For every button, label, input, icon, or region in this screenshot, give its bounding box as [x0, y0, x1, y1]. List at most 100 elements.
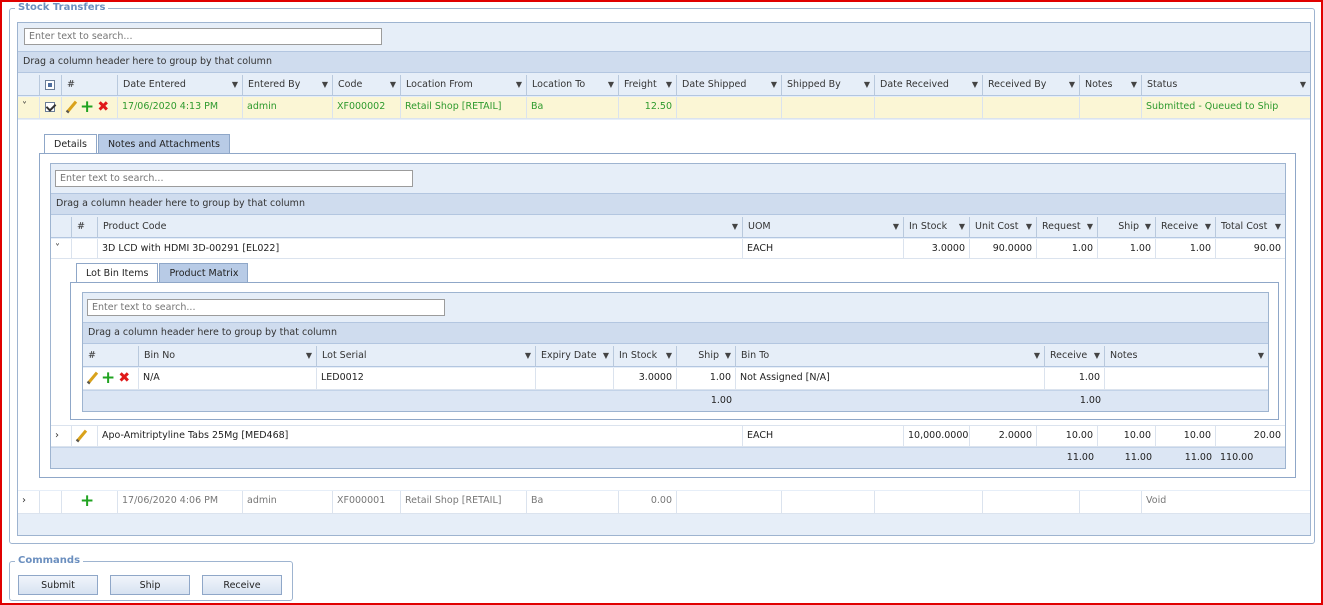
row-collapse[interactable]: ˅	[18, 97, 40, 118]
col-date-received[interactable]: Date Received ▼	[875, 75, 983, 95]
cell-received-by	[983, 97, 1080, 118]
col-shipped-by[interactable]: Shipped By ▼	[782, 75, 875, 95]
col-lot-serial[interactable]: Lot Serial ▼	[317, 346, 536, 366]
plus-icon[interactable]: +	[101, 369, 115, 386]
tab-lot-bin-items[interactable]: Lot Bin Items	[76, 263, 159, 283]
plus-icon[interactable]: +	[80, 98, 94, 115]
filter-icon[interactable]: ▼	[1300, 75, 1306, 95]
lot-row[interactable]: + ✖ N/A LED0012 3.0000 1.00 Not Assigned…	[83, 368, 1268, 390]
row-select[interactable]	[40, 491, 62, 513]
select-all-checkbox[interactable]	[45, 79, 55, 90]
filter-icon[interactable]: ▼	[306, 346, 312, 366]
col-date-entered[interactable]: Date Entered ▼	[118, 75, 243, 95]
filter-icon[interactable]: ▼	[1205, 217, 1211, 237]
col-date-shipped[interactable]: Date Shipped ▼	[677, 75, 782, 95]
tab-details[interactable]: Details	[44, 134, 97, 154]
cross-icon[interactable]: ✖	[118, 371, 130, 385]
filter-icon[interactable]: ▼	[732, 217, 738, 237]
filter-icon[interactable]: ▼	[972, 75, 978, 95]
product-search-input[interactable]	[55, 170, 413, 187]
col-request[interactable]: Request ▼	[1037, 217, 1098, 237]
row-select[interactable]	[40, 97, 62, 118]
filter-icon[interactable]: ▼	[603, 346, 609, 366]
submit-button[interactable]: Submit	[18, 575, 98, 595]
col-location-from[interactable]: Location From ▼	[401, 75, 527, 95]
col-product-code[interactable]: Product Code ▼	[98, 217, 743, 237]
filter-icon[interactable]: ▼	[771, 75, 777, 95]
filter-icon[interactable]: ▼	[1094, 346, 1100, 366]
filter-icon[interactable]: ▼	[864, 75, 870, 95]
tab-notes-attachments[interactable]: Notes and Attachments	[97, 134, 230, 154]
row-checkbox[interactable]	[45, 101, 55, 112]
filter-icon[interactable]: ▼	[1145, 217, 1151, 237]
col-hash[interactable]: #	[72, 217, 98, 237]
chevron-right-icon[interactable]: ›	[22, 491, 26, 511]
chevron-down-icon[interactable]: ˅	[55, 239, 60, 258]
col-ship[interactable]: Ship ▼	[677, 346, 736, 366]
plus-icon[interactable]: +	[80, 492, 94, 509]
col-expiry-date[interactable]: Expiry Date ▼	[536, 346, 614, 366]
filter-icon[interactable]: ▼	[516, 75, 522, 95]
row-actions: + ✖	[62, 97, 118, 118]
col-in-stock[interactable]: In Stock ▼	[614, 346, 677, 366]
col-entered-by[interactable]: Entered By ▼	[243, 75, 333, 95]
product-row[interactable]: › Apo-Amitriptyline Tabs 25Mg [MED468] E…	[51, 426, 1285, 447]
ship-button[interactable]: Ship	[110, 575, 190, 595]
row-expand[interactable]: ›	[51, 426, 72, 446]
col-notes[interactable]: Notes ▼	[1080, 75, 1142, 95]
filter-icon[interactable]: ▼	[1034, 346, 1040, 366]
filter-icon[interactable]: ▼	[1131, 75, 1137, 95]
row-expand[interactable]: ›	[18, 491, 40, 513]
receive-button[interactable]: Receive	[202, 575, 282, 595]
select-all-col-header[interactable]	[40, 75, 62, 95]
col-ship[interactable]: Ship ▼	[1098, 217, 1156, 237]
col-notes[interactable]: Notes ▼	[1105, 346, 1268, 366]
col-in-stock[interactable]: In Stock ▼	[904, 217, 970, 237]
transfer-row[interactable]: ˅ + ✖ 17/06/2020 4:13 PM admin XF000002 …	[18, 97, 1310, 119]
col-receive[interactable]: Receive ▼	[1045, 346, 1105, 366]
pencil-icon[interactable]	[66, 101, 77, 112]
col-bin-no[interactable]: Bin No ▼	[139, 346, 317, 366]
product-row[interactable]: ˅ 3D LCD with HDMI 3D-00291 [EL022] EACH…	[51, 239, 1285, 259]
col-hash[interactable]: #	[83, 346, 139, 366]
filter-icon[interactable]: ▼	[1087, 217, 1093, 237]
pencil-icon[interactable]	[87, 372, 98, 383]
filter-icon[interactable]: ▼	[725, 346, 731, 366]
col-location-to[interactable]: Location To ▼	[527, 75, 619, 95]
col-hash[interactable]: #	[62, 75, 118, 95]
col-unit-cost[interactable]: Unit Cost ▼	[970, 217, 1037, 237]
col-code[interactable]: Code ▼	[333, 75, 401, 95]
transfers-search-input[interactable]	[24, 28, 382, 45]
cell-date-shipped	[677, 97, 782, 118]
filter-icon[interactable]: ▼	[666, 75, 672, 95]
col-bin-to[interactable]: Bin To ▼	[736, 346, 1045, 366]
transfer-row[interactable]: › + 17/06/2020 4:06 PM admin XF000001 Re…	[18, 491, 1310, 514]
chevron-right-icon[interactable]: ›	[55, 426, 59, 446]
col-total-cost[interactable]: Total Cost ▼	[1216, 217, 1285, 237]
col-received-by[interactable]: Received By ▼	[983, 75, 1080, 95]
pencil-icon[interactable]	[76, 430, 87, 441]
row-collapse[interactable]: ˅	[51, 239, 72, 258]
chevron-down-icon[interactable]: ˅	[22, 97, 27, 117]
cross-icon[interactable]: ✖	[97, 100, 109, 114]
filter-icon[interactable]: ▼	[893, 217, 899, 237]
col-status[interactable]: Status ▼	[1142, 75, 1310, 95]
col-receive[interactable]: Receive ▼	[1156, 217, 1216, 237]
filter-icon[interactable]: ▼	[322, 75, 328, 95]
filter-icon[interactable]: ▼	[1026, 217, 1032, 237]
filter-icon[interactable]: ▼	[232, 75, 238, 95]
filter-icon[interactable]: ▼	[390, 75, 396, 95]
col-freight[interactable]: Freight ▼	[619, 75, 677, 95]
filter-icon[interactable]: ▼	[1275, 217, 1281, 237]
filter-icon[interactable]: ▼	[666, 346, 672, 366]
filter-icon[interactable]: ▼	[1258, 346, 1264, 366]
cell-receive: 1.00	[1045, 368, 1105, 389]
lot-search-input[interactable]	[87, 299, 445, 316]
transfers-header: # Date Entered ▼ Entered By ▼ Code ▼ Locati…	[18, 75, 1310, 96]
filter-icon[interactable]: ▼	[525, 346, 531, 366]
filter-icon[interactable]: ▼	[608, 75, 614, 95]
filter-icon[interactable]: ▼	[1069, 75, 1075, 95]
col-uom[interactable]: UOM ▼	[743, 217, 904, 237]
filter-icon[interactable]: ▼	[959, 217, 965, 237]
tab-product-matrix[interactable]: Product Matrix	[159, 263, 249, 283]
